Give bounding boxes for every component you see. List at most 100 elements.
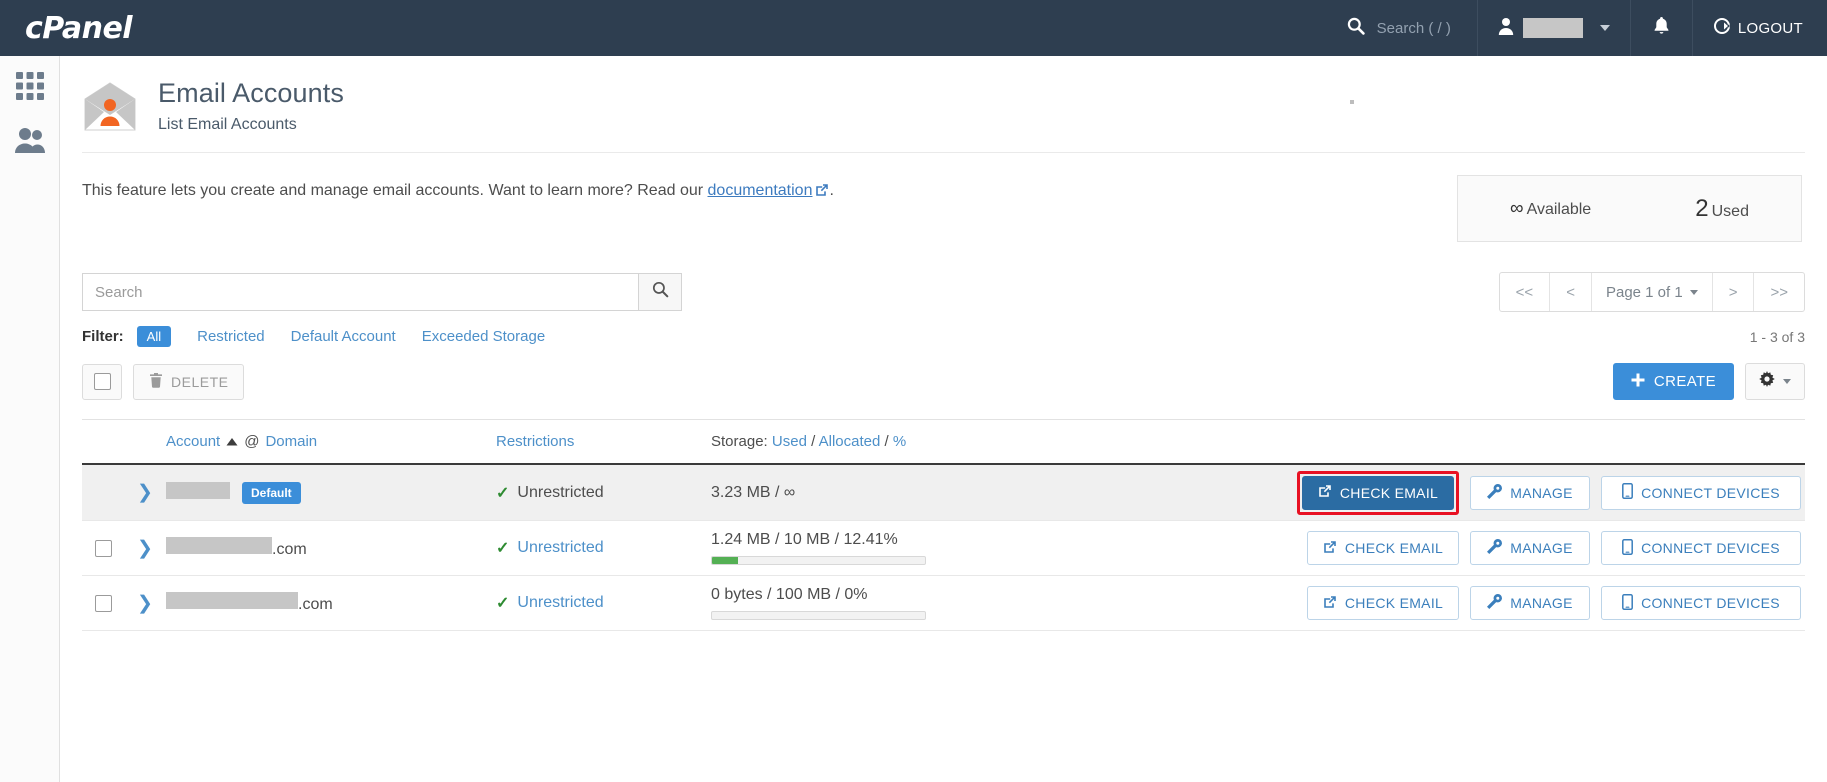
manage-label: MANAGE: [1510, 484, 1573, 501]
header-account-domain[interactable]: Account @ Domain: [166, 433, 496, 450]
pagination-last-button[interactable]: >>: [1754, 273, 1804, 311]
connect-devices-button[interactable]: CONNECT DEVICES: [1601, 475, 1801, 510]
pagination-first-button[interactable]: <<: [1500, 273, 1551, 312]
row-expand-toggle[interactable]: ❯: [124, 594, 166, 613]
plus-icon: [1631, 373, 1645, 391]
check-email-button[interactable]: CHECK EMAIL: [1307, 531, 1459, 566]
cpanel-logo[interactable]: cPanel: [0, 11, 133, 46]
checkbox-icon: [94, 594, 112, 612]
restrictions-cell: ✓ Unrestricted: [496, 538, 711, 558]
row-actions-cell: CHECK EMAIL MANAGE CONNECT DEVICES: [1141, 470, 1805, 515]
connect-devices-button[interactable]: CONNECT DEVICES: [1601, 531, 1801, 566]
pagination-next-button[interactable]: >: [1713, 273, 1755, 312]
default-badge: Default: [242, 481, 301, 504]
manage-label: MANAGE: [1510, 540, 1573, 557]
pagination-control: << < Page 1 of 1 > >>: [1498, 272, 1805, 313]
users-icon[interactable]: [14, 127, 45, 158]
logout-button[interactable]: LOGOUT: [1693, 0, 1827, 56]
filter-row: Filter: All Restricted Default Account E…: [60, 312, 1827, 348]
header-restrictions[interactable]: Restrictions: [496, 433, 711, 450]
email-accounts-table: Account @ Domain Restrictions Storage: U…: [82, 419, 1805, 632]
filter-option-exceeded-storage[interactable]: Exceeded Storage: [422, 328, 545, 345]
filter-option-restricted[interactable]: Restricted: [197, 328, 265, 345]
restrictions-cell: ✓ Unrestricted: [496, 593, 711, 613]
delete-button[interactable]: DELETE: [133, 363, 245, 400]
storage-text: 1.24 MB / 10 MB / 12.41%: [711, 531, 898, 549]
checkmark-icon: ✓: [496, 540, 510, 558]
account-name-redacted: [166, 481, 230, 499]
decorative-dot: [1350, 100, 1354, 104]
check-email-button[interactable]: CHECK EMAIL: [1302, 475, 1454, 510]
restriction-status[interactable]: Unrestricted: [517, 539, 603, 557]
create-button[interactable]: CREATE: [1612, 363, 1734, 401]
pagination-prev-button[interactable]: <: [1550, 273, 1592, 312]
storage-bar: [711, 611, 926, 621]
manage-button[interactable]: MANAGE: [1470, 586, 1590, 621]
quota-available-value: ∞: [1510, 197, 1524, 219]
storage-bar: [711, 556, 926, 566]
notifications-button[interactable]: [1631, 0, 1693, 56]
description-text-after: .: [829, 182, 834, 200]
chevron-right-icon: ❯: [137, 592, 153, 614]
header-storage-label: Storage:: [711, 433, 768, 451]
manage-button[interactable]: MANAGE: [1470, 475, 1590, 510]
header-storage-allocated[interactable]: Allocated: [819, 433, 881, 450]
email-accounts-icon: [82, 81, 138, 133]
search-icon: [1347, 17, 1377, 40]
device-icon: [1622, 483, 1634, 502]
header-storage-sep2: /: [884, 433, 889, 451]
filter-option-default-account[interactable]: Default Account: [291, 328, 396, 345]
select-all-checkbox-button[interactable]: [82, 363, 122, 400]
external-link-icon: [1323, 595, 1337, 612]
storage-text: 3.23 MB / ∞: [711, 483, 796, 501]
checkbox-icon: [93, 373, 111, 391]
filter-label: Filter:: [82, 328, 124, 346]
toolbar-right-group: CREATE: [1612, 363, 1805, 401]
apps-grid-icon[interactable]: [15, 72, 44, 105]
settings-dropdown-button[interactable]: [1745, 363, 1805, 401]
documentation-link[interactable]: documentation: [708, 182, 813, 199]
restriction-status[interactable]: Unrestricted: [517, 594, 603, 612]
manage-button[interactable]: MANAGE: [1470, 531, 1590, 566]
table-header-row: Account @ Domain Restrictions Storage: U…: [82, 420, 1805, 466]
device-icon: [1622, 593, 1634, 613]
external-link-icon: [1318, 484, 1332, 501]
wrench-icon: [1487, 539, 1503, 557]
filter-option-all[interactable]: All: [136, 326, 172, 348]
user-menu[interactable]: [1476, 0, 1631, 56]
sort-ascending-icon: [226, 433, 238, 450]
description-text-before: This feature lets you create and manage …: [82, 182, 708, 200]
global-search[interactable]: Search ( / ): [1321, 0, 1477, 56]
storage-bar-fill: [712, 557, 739, 565]
search-input[interactable]: [82, 273, 638, 312]
header-storage-percent[interactable]: %: [893, 433, 906, 450]
row-checkbox-cell[interactable]: [82, 594, 124, 612]
quota-summary-box: ∞ Available 2 Used: [1457, 175, 1802, 243]
check-email-button[interactable]: CHECK EMAIL: [1307, 586, 1459, 621]
page-header: Email Accounts List Email Accounts: [60, 56, 1827, 134]
row-expand-toggle[interactable]: ❯: [124, 539, 166, 558]
connect-devices-label: CONNECT DEVICES: [1641, 484, 1780, 501]
row-actions-cell: CHECK EMAIL MANAGE CONNECT DEVICES: [1141, 586, 1805, 621]
result-count: 1 - 3 of 3: [1749, 328, 1805, 345]
search-submit-button[interactable]: [638, 273, 682, 312]
create-label: CREATE: [1653, 373, 1716, 391]
header-storage: Storage: Used / Allocated / %: [711, 433, 1141, 450]
chevron-down-icon: [1599, 25, 1610, 31]
pagination-page-dropdown[interactable]: Page 1 of 1: [1592, 273, 1713, 312]
row-expand-toggle[interactable]: ❯: [124, 483, 166, 502]
checkmark-icon: ✓: [496, 595, 510, 613]
connect-devices-button[interactable]: CONNECT DEVICES: [1601, 586, 1801, 621]
topbar-right-group: Search ( / ) LOGOUT: [1321, 0, 1827, 56]
check-email-label: CHECK EMAIL: [1339, 484, 1439, 501]
user-icon: [1498, 17, 1514, 40]
search-box: [82, 273, 682, 312]
page-subtitle: List Email Accounts: [158, 116, 297, 134]
header-storage-used[interactable]: Used: [772, 433, 807, 450]
row-checkbox-cell[interactable]: [82, 539, 124, 557]
table-row: ❯ Default ✓ Unrestricted 3.23 MB / ∞ CHECK EM…: [82, 465, 1805, 522]
storage-cell: 0 bytes / 100 MB / 0%: [711, 586, 1141, 621]
restrictions-cell: ✓ Unrestricted: [496, 483, 711, 503]
quota-available: ∞ Available: [1510, 198, 1591, 220]
chevron-right-icon: ❯: [137, 482, 153, 504]
